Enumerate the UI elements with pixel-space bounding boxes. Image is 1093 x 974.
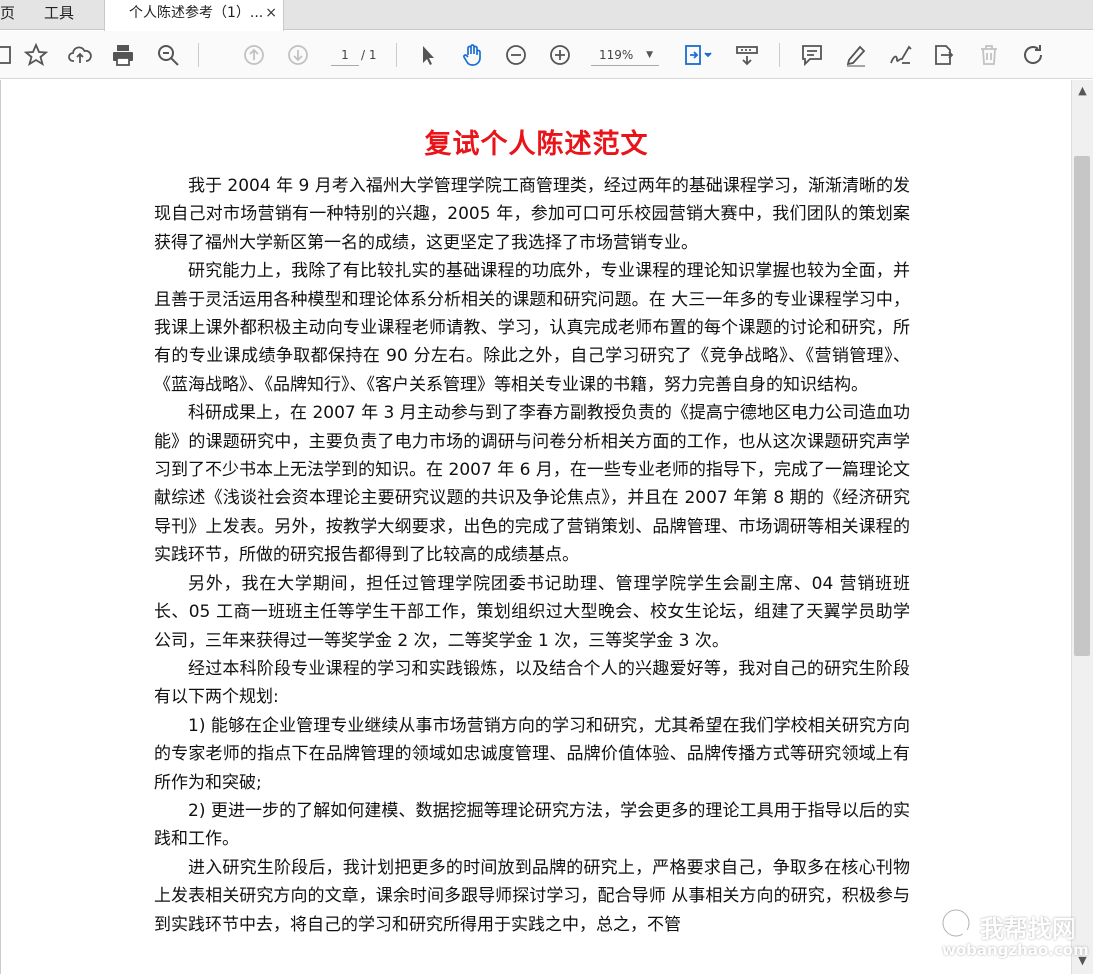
sidebar-toggle-icon[interactable] [0,41,14,69]
toolbar-separator [779,43,780,67]
highlight-pen-icon[interactable] [842,41,870,69]
upload-cloud-icon[interactable] [66,41,94,69]
page-up-icon[interactable] [240,41,268,69]
watermark: 我帮找网 wobangzhao.com [938,905,1089,965]
page-total: / 1 [361,48,377,62]
rotate-icon[interactable] [1019,41,1047,69]
paragraph: 另外，我在大学期间，担任过管理学院团委书记助理、管理学院学生会副主席、04 营销… [154,573,910,651]
watermark-url: wobangzhao.com [942,941,1089,959]
tab-tools[interactable]: 工具 [44,0,74,30]
tab-home[interactable]: 页 [0,0,15,30]
paragraph: 研究能力上，我除了有比较扎实的基础课程的功底外，专业课程的理论知识掌握也较为全面… [154,261,910,395]
read-mode-icon[interactable] [733,41,761,69]
comment-icon[interactable] [798,41,826,69]
paragraph: 进入研究生阶段后，我计划把更多的时间放到品牌的研究上，严格要求自己，争取多在核心… [154,857,910,935]
search-zoom-icon[interactable] [154,41,182,69]
paragraph: 经过本科阶段专业课程的学习和实践锻炼，以及结合个人的兴趣爱好等，我对自己的研究生… [154,658,910,708]
zoom-in-icon[interactable] [546,41,574,69]
document-title: 复试个人陈述范文 [424,129,649,160]
page-number-input[interactable]: 1 [331,44,359,66]
zoom-value: 119% [599,48,634,62]
paragraph: 1) 能够在企业管理专业继续从事市场营销方向的学习和研究，尤其希望在我们学校相关… [154,715,910,793]
tab-document[interactable]: 个人陈述参考（1）... × [104,0,284,31]
select-arrow-icon[interactable] [414,41,442,69]
fit-page-icon[interactable] [680,41,716,69]
delete-icon[interactable] [975,41,1003,69]
tab-document-label: 个人陈述参考（1）... [129,5,264,21]
paragraph: 科研成果上，在 2007 年 3 月主动参与到了李春方副教授负责的《提高宁德地区… [154,403,910,566]
scroll-up-icon[interactable]: ▲ [1072,84,1093,100]
tab-close-icon[interactable]: × [265,0,277,26]
paragraph: 我于 2004 年 9 月考入福州大学管理学院工商管理类，经过两年的基础课程学习… [154,176,910,253]
toolbar-separator [396,43,397,67]
chevron-down-icon: ▼ [646,50,653,60]
sign-icon[interactable] [886,41,914,69]
hand-tool-icon[interactable] [458,41,486,69]
toolbar-separator [198,43,199,67]
print-icon[interactable] [109,41,137,69]
bookmark-star-icon[interactable] [22,41,50,69]
document-body: 我于 2004 年 9 月考入福州大学管理学院工商管理类，经过两年的基础课程学习… [154,172,910,939]
document-view[interactable]: 复试个人陈述范文 我于 2004 年 9 月考入福州大学管理学院工商管理类，经过… [0,80,1071,974]
scrollbar-thumb[interactable] [1074,156,1090,656]
paragraph: 2) 更进一步的了解如何建模、数据挖掘等理论研究方法，学会更多的理论工具用于指导… [154,800,910,850]
zoom-select[interactable]: 119% ▼ [591,44,659,66]
tab-bar: 页 工具 个人陈述参考（1）... × [0,0,1093,31]
share-edit-icon[interactable] [930,41,958,69]
page-down-icon[interactable] [284,41,312,69]
vertical-scrollbar[interactable]: ▲ ▼ [1071,80,1093,974]
watermark-brand: 我帮找网 [980,915,1076,943]
zoom-out-icon[interactable] [502,41,530,69]
toolbar: 1 / 1 119% ▼ [0,31,1093,79]
